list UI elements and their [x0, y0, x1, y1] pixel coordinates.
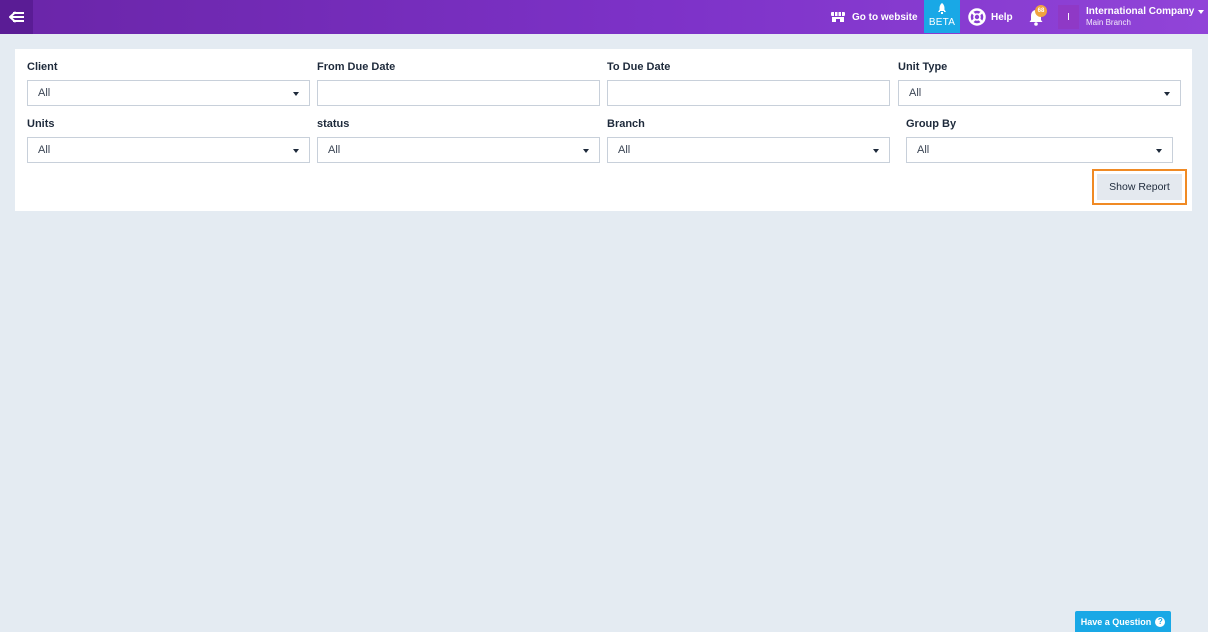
status-select-value: All: [328, 144, 341, 156]
dropdown-caret-icon: [293, 92, 299, 96]
client-select-value: All: [38, 87, 51, 99]
have-a-question-button[interactable]: Have a Question ?: [1075, 611, 1171, 632]
lifebuoy-icon: [968, 8, 986, 26]
branch-name: Main Branch: [1086, 18, 1131, 27]
client-label: Client: [27, 61, 58, 73]
beta-button[interactable]: BETA: [924, 0, 960, 33]
go-to-website-label: Go to website: [852, 11, 918, 23]
dropdown-caret-icon: [1156, 149, 1162, 153]
company-switcher[interactable]: International Company Main Branch: [1086, 6, 1205, 27]
dropdown-caret-icon: [873, 149, 879, 153]
units-label: Units: [27, 118, 55, 130]
beta-label: BETA: [928, 17, 956, 28]
help-label: Help: [991, 11, 1013, 23]
rocket-icon: [938, 3, 946, 14]
storefront-icon: [831, 12, 845, 22]
company-name-row: International Company: [1086, 6, 1205, 17]
company-name: International Company: [1086, 6, 1195, 17]
to-due-date-input[interactable]: [607, 80, 890, 106]
unit-type-label: Unit Type: [898, 61, 948, 73]
help-link[interactable]: Help: [968, 0, 1013, 34]
branch-select[interactable]: All: [607, 137, 890, 163]
show-report-highlight: Show Report: [1092, 169, 1187, 205]
question-mark-icon: ?: [1155, 616, 1166, 627]
dropdown-caret-icon: [583, 149, 589, 153]
top-bar: Go to website BETA Help 68 I Internation…: [0, 0, 1208, 34]
client-select[interactable]: All: [27, 80, 310, 106]
branch-select-value: All: [618, 144, 631, 156]
group-by-select-value: All: [917, 144, 930, 156]
units-select-value: All: [38, 144, 51, 156]
report-filter-panel: [15, 49, 1192, 211]
dropdown-caret-icon: [1164, 92, 1170, 96]
from-due-date-input[interactable]: [317, 80, 600, 106]
units-select[interactable]: All: [27, 137, 310, 163]
status-label: status: [317, 118, 350, 130]
notification-count-badge: 68: [1035, 5, 1047, 17]
go-to-website-link[interactable]: Go to website: [830, 0, 918, 34]
to-due-date-label: To Due Date: [607, 61, 671, 73]
group-by-select[interactable]: All: [906, 137, 1173, 163]
unit-type-select[interactable]: All: [898, 80, 1181, 106]
unit-type-select-value: All: [909, 87, 922, 99]
from-due-date-label: From Due Date: [317, 61, 396, 73]
show-report-button[interactable]: Show Report: [1097, 174, 1182, 200]
group-by-label: Group By: [906, 118, 957, 130]
have-a-question-label: Have a Question: [1080, 616, 1152, 627]
chevron-down-icon: [1198, 9, 1205, 14]
dropdown-caret-icon: [293, 149, 299, 153]
sidebar-toggle-button[interactable]: [0, 0, 33, 34]
branch-label: Branch: [607, 118, 645, 130]
menu-collapse-icon: [8, 11, 24, 23]
status-select[interactable]: All: [317, 137, 600, 163]
company-avatar[interactable]: I: [1058, 5, 1079, 29]
